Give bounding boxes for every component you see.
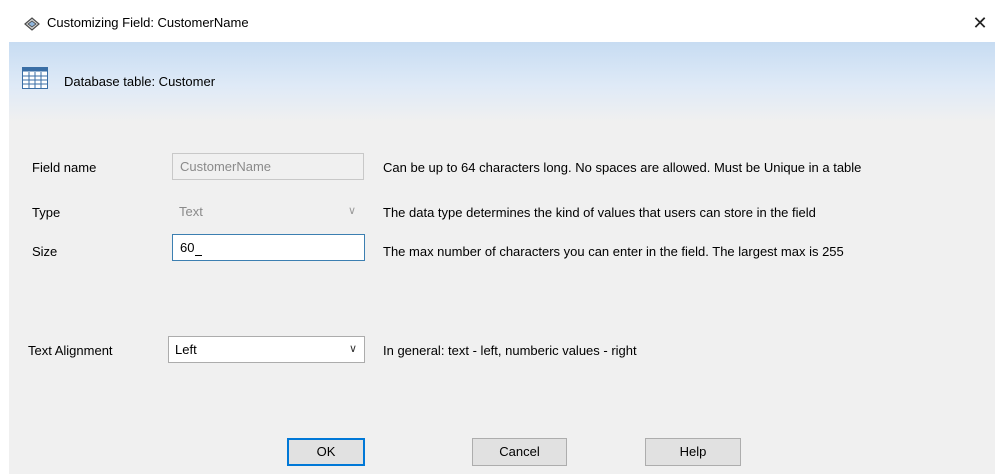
- field-name-label: Field name: [32, 160, 97, 175]
- field-name-input: CustomerName: [172, 153, 364, 180]
- field-name-description: Can be up to 64 characters long. No spac…: [383, 160, 862, 175]
- ok-button[interactable]: OK: [287, 438, 365, 466]
- database-table-icon: [22, 67, 48, 89]
- help-button[interactable]: Help: [645, 438, 741, 466]
- text-cursor: [195, 241, 203, 257]
- app-dialog-icon: [23, 14, 41, 32]
- field-name-value: CustomerName: [180, 159, 272, 174]
- customizing-field-dialog: Customizing Field: CustomerName ✕ Databa…: [9, 4, 995, 474]
- text-alignment-select[interactable]: Left ∨: [168, 336, 365, 363]
- type-description: The data type determines the kind of val…: [383, 205, 816, 220]
- size-input[interactable]: 60: [172, 234, 365, 261]
- size-label: Size: [32, 244, 58, 259]
- window-title: Customizing Field: CustomerName: [47, 15, 249, 30]
- size-value: 60: [180, 240, 195, 255]
- text-alignment-label: Text Alignment: [28, 343, 113, 358]
- type-select: Text ∨: [172, 198, 364, 225]
- chevron-down-icon: ∨: [347, 205, 356, 217]
- cancel-button[interactable]: Cancel: [472, 438, 567, 466]
- database-table-label: Database table: Customer: [64, 74, 216, 89]
- close-icon[interactable]: ✕: [965, 4, 995, 42]
- title-bar: Customizing Field: CustomerName ✕: [9, 4, 995, 42]
- size-description: The max number of characters you can ent…: [383, 244, 844, 259]
- text-alignment-description: In general: text - left, numberic values…: [383, 343, 637, 358]
- type-label: Type: [32, 205, 61, 220]
- header-banner: Database table: Customer: [9, 42, 995, 122]
- chevron-down-icon[interactable]: ∨: [349, 337, 357, 362]
- text-alignment-value: Left: [175, 342, 197, 357]
- type-value: Text: [179, 204, 203, 219]
